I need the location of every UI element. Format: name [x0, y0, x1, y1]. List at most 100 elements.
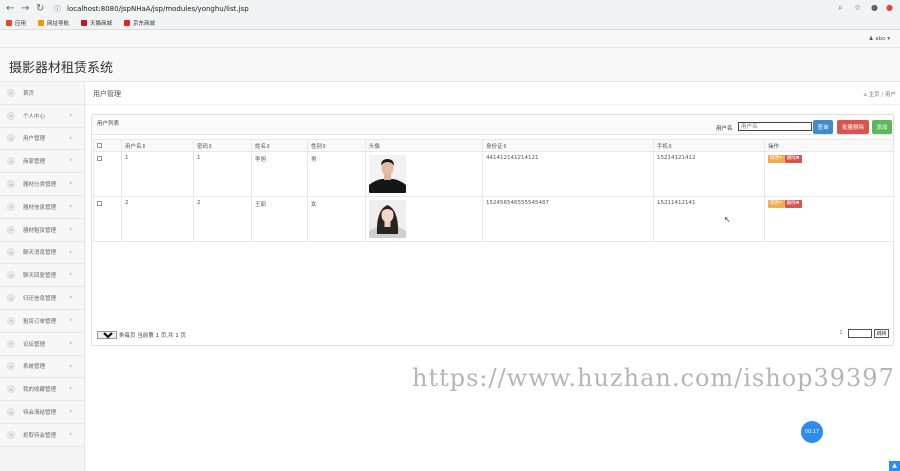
username-search-input[interactable]	[738, 122, 812, 131]
sidebar-item[interactable]: ≡ 商家管理 ›	[0, 150, 84, 174]
sidebar-item[interactable]: ≡ 聊天回复管理 ›	[0, 264, 84, 288]
sidebar-item-label: 器材分类管理	[23, 182, 57, 189]
search-button[interactable]: 查询	[813, 120, 833, 134]
sidebar-item[interactable]: ≡ 我的收藏管理 ›	[0, 378, 84, 402]
sidebar-item-label: 论坛管理	[23, 341, 46, 348]
sidebar-item[interactable]: ≡ 待会清结管理 ›	[0, 401, 84, 424]
caret-down-icon: ▾	[887, 36, 890, 42]
sidebar-item[interactable]: ≡ 租赁订单管理 ›	[0, 309, 84, 333]
edit-button[interactable]: 修改✎	[768, 155, 785, 163]
pagination-summary: 条每页 当前第 1 页,共 1 页	[119, 333, 186, 339]
female-portrait-image	[369, 200, 406, 238]
sidebar-item-label: 待会清结管理	[23, 410, 57, 417]
edit-icon: ✎	[779, 156, 783, 161]
table-row: 2 2 王丽 女 152456546555545487 15211412141 …	[93, 196, 894, 242]
nav-icon	[38, 20, 45, 26]
list-icon: ≡	[7, 248, 15, 257]
sidebar-item-label: 租赁订单管理	[23, 318, 57, 325]
col-password[interactable]: 密码⇕	[193, 139, 252, 152]
row-checkbox[interactable]	[97, 156, 102, 161]
sidebar: ⌂ 首页 ≡ 个人中心 › ≡ 用户管理 › ≡ 商家管理 › ≡ 器材分类管理 › ≡ 器材信息管理 › ≡ 器材…	[0, 82, 85, 471]
actions-cell: 修改✎ 删除✖	[764, 151, 894, 197]
chevron-right-icon: ›	[69, 224, 72, 233]
browser-chrome: ← → ↻ ⓘ localhost:8080/jspNHaA/jsp/modul…	[0, 0, 900, 30]
table-header-row: 用户名⇕ 密码⇕ 姓名⇕ 性别⇕ 头像 身份证⇕ 手机⇕ 操作	[93, 139, 894, 152]
trash-icon: ✖	[795, 201, 800, 206]
sidebar-item-label: 首页	[23, 90, 35, 97]
bookmark-tmall[interactable]: 天猫商城	[81, 19, 112, 27]
actions-cell: 修改✎ 删除✖	[764, 196, 894, 242]
name-cell: 李旭	[251, 151, 308, 197]
sidebar-item[interactable]: ≡ 系统管理 ›	[0, 355, 84, 379]
sidebar-item[interactable]: ⌂ 首页	[0, 82, 84, 105]
col-phone[interactable]: 手机⇕	[653, 139, 765, 152]
username-cell: 2	[121, 196, 194, 242]
chevron-right-icon: ›	[69, 429, 72, 438]
list-icon: ≡	[7, 362, 15, 371]
sidebar-item[interactable]: ≡ 用户管理 ›	[0, 127, 84, 151]
page-jump-input[interactable]	[848, 329, 872, 338]
sidebar-item[interactable]: ≡ 论坛管理 ›	[0, 332, 84, 356]
trash-icon: ✖	[795, 156, 800, 161]
edit-button[interactable]: 修改✎	[768, 200, 785, 208]
sidebar-item-label: 拒取待会管理	[23, 432, 57, 439]
pagination-controls: 1 跳转	[836, 329, 889, 338]
zoom-icon[interactable]: ⌕	[838, 3, 842, 13]
bookmark-jd[interactable]: 京东商城	[124, 19, 155, 27]
bookmark-apps[interactable]: 应用	[6, 19, 26, 27]
add-button[interactable]: 添加	[872, 120, 892, 134]
home-icon: ⌂	[7, 88, 15, 97]
edit-icon: ✎	[779, 201, 783, 206]
chevron-right-icon: ›	[69, 247, 72, 256]
select-all-checkbox[interactable]	[97, 142, 102, 148]
sidebar-item-label: 用户管理	[23, 136, 46, 143]
sidebar-item[interactable]: ≡ 器材分类管理 ›	[0, 173, 84, 196]
address-bar[interactable]: ⓘ localhost:8080/jspNHaA/jsp/modules/yon…	[54, 3, 824, 16]
breadcrumb: ⌂ 主页 / 用户	[863, 92, 896, 98]
page-number-1[interactable]: 1	[836, 329, 846, 338]
main-content: 用户管理 ⌂ 主页 / 用户 用户列表 用户名 查询 批量删除 添加 用户名⇕ …	[85, 82, 900, 471]
page-jump-button[interactable]: 跳转	[874, 329, 889, 338]
sidebar-item[interactable]: ≡ 器材信息管理 ›	[0, 195, 84, 219]
sidebar-item[interactable]: ≡ 器材租赁管理 ›	[0, 218, 84, 242]
chevron-right-icon: ›	[69, 407, 72, 416]
gender-cell: 女	[307, 196, 366, 242]
name-cell: 王丽	[251, 196, 308, 242]
col-idcard[interactable]: 身份证⇕	[482, 139, 654, 152]
tmall-icon	[81, 20, 88, 26]
user-menu[interactable]: ♟ abo ▾	[869, 36, 890, 42]
bookmark-nav[interactable]: 网址导航	[38, 19, 69, 27]
bookmark-star-icon[interactable]: ☆	[854, 3, 861, 12]
timer-badge[interactable]: 00:17	[801, 421, 823, 443]
col-gender[interactable]: 性别⇕	[307, 139, 366, 152]
row-checkbox[interactable]	[97, 201, 102, 206]
extension-icon[interactable]: ●	[886, 3, 893, 12]
phone-cell: 15214121412	[653, 151, 765, 197]
scroll-top-icon[interactable]: ▲	[889, 461, 900, 471]
sidebar-item[interactable]: ≡ 归还信息管理 ›	[0, 287, 84, 310]
list-icon: ≡	[7, 385, 15, 394]
reload-icon[interactable]: ↻	[36, 3, 44, 14]
list-icon: ≡	[7, 134, 15, 143]
idcard-cell: 441412141214121	[482, 151, 654, 197]
bookmarks-bar: 应用 网址导航 天猫商城 京东商城	[0, 17, 155, 29]
list-icon: ≡	[7, 157, 15, 166]
password-cell: 2	[193, 196, 252, 242]
avatar-cell	[365, 151, 483, 197]
col-username[interactable]: 用户名⇕	[121, 139, 194, 152]
page-size-select[interactable]: 10	[97, 331, 117, 339]
list-icon: ≡	[7, 430, 15, 439]
back-icon[interactable]: ←	[6, 3, 14, 14]
sidebar-item[interactable]: ≡ 聊天消息管理 ›	[0, 241, 84, 265]
sidebar-item[interactable]: ≡ 个人中心 ›	[0, 104, 84, 128]
batch-delete-button[interactable]: 批量删除	[837, 120, 869, 134]
delete-button[interactable]: 删除✖	[784, 200, 802, 208]
sidebar-item[interactable]: ≡ 拒取待会管理 ›	[0, 423, 84, 447]
sidebar-item-label: 我的收藏管理	[23, 387, 57, 394]
top-bar: ♟ abo ▾	[0, 30, 900, 48]
profile-icon[interactable]: ●	[871, 3, 878, 12]
sidebar-item-label: 器材租赁管理	[23, 227, 57, 234]
delete-button[interactable]: 删除✖	[784, 155, 802, 163]
forward-icon[interactable]: →	[21, 3, 29, 14]
col-name[interactable]: 姓名⇕	[251, 139, 308, 152]
